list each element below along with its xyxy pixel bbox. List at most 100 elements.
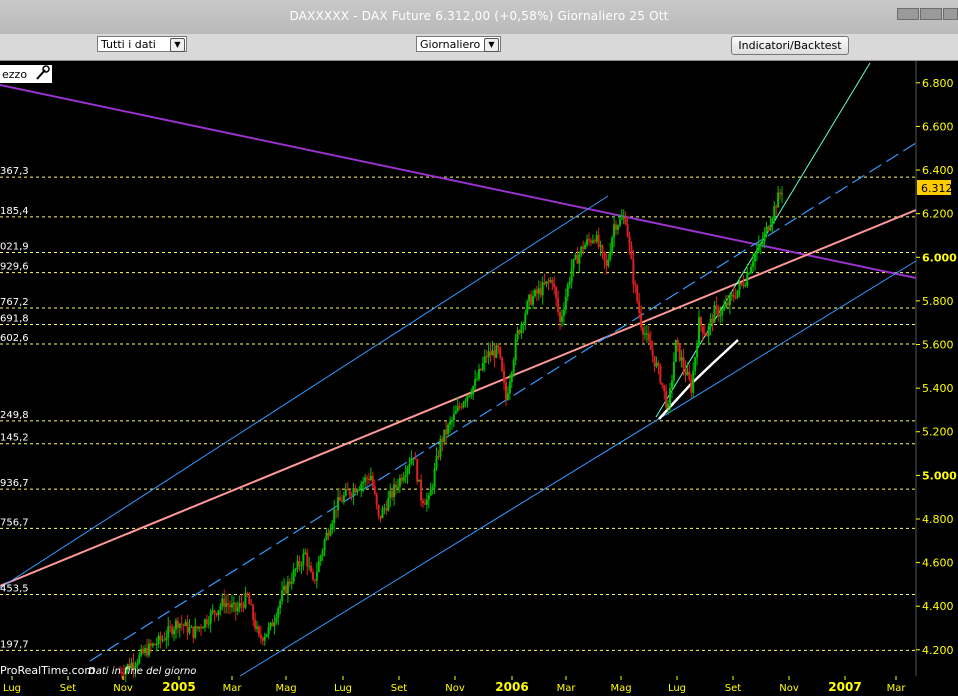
candle-body	[669, 388, 672, 404]
candle-body	[385, 508, 388, 511]
candle-body	[151, 643, 154, 646]
candle-body	[449, 421, 452, 425]
candle-body	[396, 486, 399, 488]
candle-body	[510, 372, 513, 383]
price-tick-label: 6.400	[922, 164, 954, 177]
candle-body	[560, 316, 563, 322]
price-axis	[916, 61, 958, 676]
candle-body	[238, 602, 241, 608]
candle-body	[607, 259, 610, 266]
candle-body	[364, 477, 367, 482]
candle-body	[315, 571, 318, 581]
candle-body	[545, 281, 548, 285]
minimize-button[interactable]	[897, 8, 919, 20]
footer-note: Dati in fine del giorno	[88, 666, 196, 677]
candle-body	[690, 379, 693, 393]
candle-body	[709, 318, 712, 326]
candle-body	[367, 478, 370, 481]
candle-body	[740, 282, 743, 284]
candle-body	[611, 237, 614, 252]
price-chart[interactable]: 6.800 6.600 6.400 6.200 6.000 5.800 5.600 5.400…	[0, 61, 958, 696]
candle-body	[615, 224, 618, 230]
candle-body	[317, 561, 320, 572]
candle-body	[445, 429, 448, 435]
candle-body	[655, 362, 658, 367]
candle-body	[474, 379, 477, 387]
candle-body	[273, 621, 276, 627]
candle-body	[479, 368, 482, 370]
candle-body	[578, 254, 581, 264]
candle-body	[555, 287, 558, 299]
candle-body	[394, 484, 397, 488]
candle-body	[308, 565, 311, 567]
candle-body	[748, 273, 751, 275]
candle-body	[684, 368, 687, 375]
time-tick-label: Nov	[779, 683, 799, 694]
last-price-text: 6.312	[921, 182, 953, 195]
candle-body	[595, 234, 598, 242]
candle-body	[574, 254, 577, 259]
candle-body	[750, 266, 753, 274]
candle-body	[703, 333, 706, 335]
candle-body	[296, 560, 299, 570]
candle-body	[269, 622, 272, 627]
panel-label: ezzo	[2, 68, 27, 81]
price-tick-label: 4.400	[922, 600, 954, 613]
candle-body	[422, 500, 425, 504]
indicators-backtest-button[interactable]: Indicatori/Backtest	[731, 36, 849, 55]
candle-body	[732, 294, 735, 298]
candle-body	[391, 491, 394, 498]
candle-body	[632, 258, 635, 285]
candle-body	[763, 232, 766, 242]
candle-body	[402, 477, 405, 481]
chevron-down-icon[interactable]: ▼	[170, 38, 185, 52]
candle-body	[321, 550, 324, 556]
candle-body	[254, 619, 257, 629]
candle-body	[651, 349, 654, 356]
candle-body	[532, 296, 535, 305]
candle-body	[335, 509, 338, 511]
candle-body	[713, 305, 716, 323]
candle-body	[447, 424, 450, 435]
candle-body	[476, 379, 479, 381]
candle-body	[618, 219, 621, 226]
candle-body	[431, 486, 434, 490]
candle-body	[331, 522, 334, 530]
candle-body	[294, 569, 297, 571]
candle-body	[279, 600, 282, 609]
candle-body	[283, 585, 286, 591]
chevron-down-icon[interactable]: ▼	[484, 38, 499, 52]
candle-body	[257, 626, 260, 635]
candle-body	[398, 477, 401, 487]
candle-body	[174, 620, 177, 630]
candle-body	[186, 621, 189, 633]
candle-body	[493, 350, 496, 358]
candle-body	[759, 244, 762, 246]
candle-body	[568, 281, 571, 285]
candle-body	[530, 294, 533, 305]
candle-body	[441, 438, 444, 443]
candle-body	[647, 333, 650, 341]
candle-body	[281, 590, 284, 601]
candle-body	[730, 294, 733, 296]
candle-body	[765, 226, 768, 233]
candle-body	[678, 344, 681, 361]
candle-body	[657, 362, 660, 366]
candle-body	[163, 639, 166, 641]
period-select[interactable]: Giornaliero ▼	[416, 36, 501, 52]
candle-body	[624, 217, 627, 225]
candle-body	[213, 610, 216, 614]
price-tick-label: 5.400	[922, 382, 954, 395]
candle-body	[167, 626, 170, 638]
level-label: 145,2	[0, 433, 29, 444]
price-tick-label: 6.000	[922, 251, 957, 264]
maximize-button[interactable]	[920, 8, 942, 20]
candle-body	[165, 637, 168, 641]
candle-body	[263, 636, 266, 641]
candle-body	[620, 218, 623, 220]
time-tick-label: Mag	[275, 683, 296, 694]
candle-body	[526, 301, 529, 314]
close-button[interactable]	[943, 8, 958, 20]
data-range-select[interactable]: Tutti i dati ▼	[97, 36, 187, 52]
candle-body	[169, 626, 172, 628]
